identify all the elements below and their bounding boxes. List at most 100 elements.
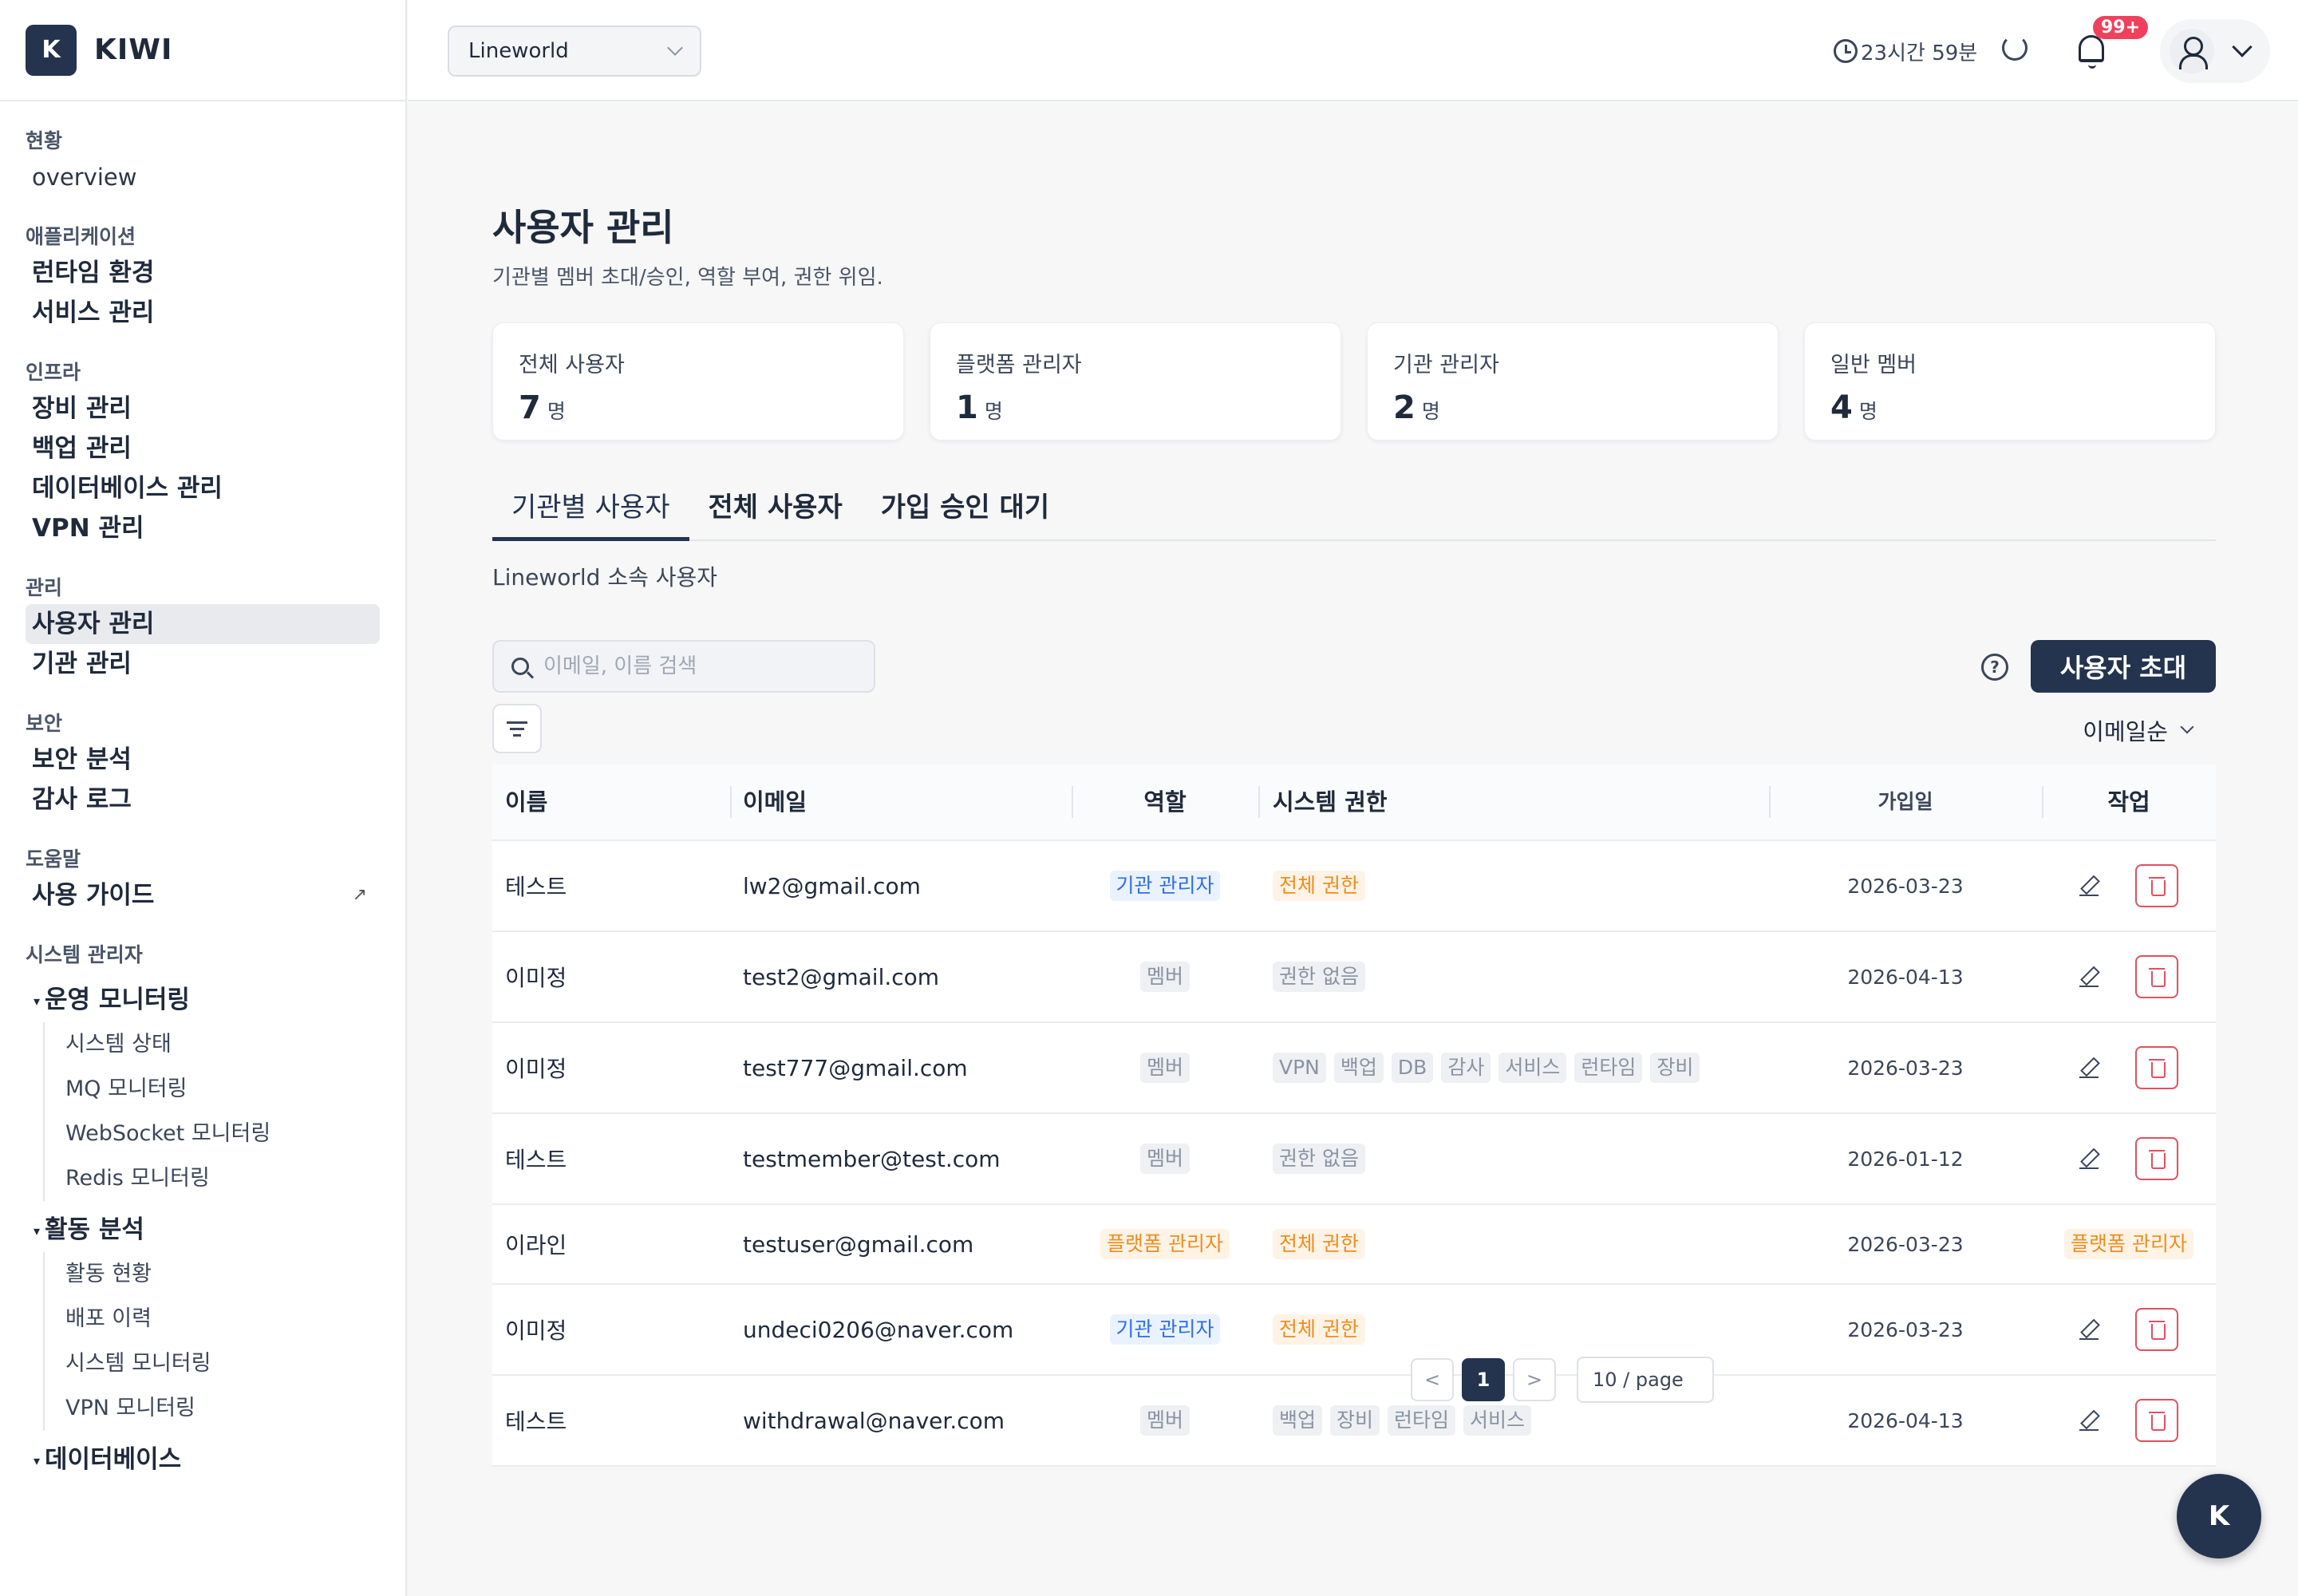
assistant-fab[interactable]: K: [2177, 1474, 2261, 1558]
sidebar-item[interactable]: 장비 관리: [26, 389, 380, 429]
edit-icon[interactable]: [2079, 1319, 2100, 1340]
sidebar-sub-item[interactable]: 시스템 상태: [65, 1022, 380, 1067]
org-select[interactable]: Lineworld: [448, 26, 701, 77]
delete-button[interactable]: [2135, 1046, 2178, 1089]
sidebar-sub-list: 활동 현황 배포 이력 시스템 모니터링 VPN 모니터링: [43, 1252, 380, 1431]
header-name[interactable]: 이름: [492, 764, 730, 840]
caret-down-icon: ▾: [34, 1452, 41, 1468]
sidebar-subgroup-toggle[interactable]: ▾ 데이터베이스: [26, 1437, 380, 1482]
role-cell: 멤버: [1072, 1053, 1258, 1083]
nav-group-title: 보안: [26, 712, 63, 735]
prev-page-button[interactable]: <: [1411, 1358, 1454, 1401]
sidebar-subgroup-toggle[interactable]: ▾ 운영 모니터링: [26, 978, 380, 1022]
sidebar-subgroup-label: 운영 모니터링: [45, 986, 190, 1014]
table-body: 테스트 lw2@gmail.com 기관 관리자 전체 권한 2026-03-23 이미정…: [492, 841, 2216, 1467]
refresh-icon[interactable]: [2002, 35, 2028, 61]
page-1-button[interactable]: 1: [1462, 1358, 1505, 1401]
chevron-down-icon: [667, 40, 683, 56]
filter-button[interactable]: [492, 704, 542, 753]
stat-unit: 명: [1421, 400, 1440, 423]
sidebar-item-label: 기관 관리: [32, 650, 132, 678]
sidebar-sub-item[interactable]: VPN 모니터링: [65, 1386, 380, 1431]
edit-icon[interactable]: [2079, 875, 2100, 896]
edit-icon[interactable]: [2079, 1057, 2100, 1078]
sidebar-sub-item[interactable]: MQ 모니터링: [65, 1067, 380, 1112]
nav-group-title: 도움말: [26, 847, 81, 871]
perm-cell: VPN 백업 DB 감사 서비스 런타임 장비: [1258, 1053, 1769, 1083]
tabs: 기관별 사용자 전체 사용자 가입 승인 대기: [492, 474, 2216, 541]
tab-2[interactable]: 전체 사용자: [689, 474, 862, 541]
filter-icon: [507, 721, 527, 724]
stats-row: 전체 사용자 7 명 플랫폼 관리자 1 명 기관 관리자 2 명 일반 멤버 4 명: [492, 322, 2216, 440]
delete-button[interactable]: [2135, 864, 2178, 907]
perm-badge: 백업: [1273, 1405, 1323, 1436]
sidebar-item[interactable]: VPN 관리: [26, 508, 380, 548]
header-role[interactable]: 역할: [1072, 764, 1258, 840]
sidebar-item-label: 백업 관리: [32, 434, 132, 463]
brand-logo: K: [26, 24, 77, 76]
sidebar-item[interactable]: 백업 관리: [26, 429, 380, 468]
delete-button[interactable]: [2135, 955, 2178, 998]
stat-label: 플랫폼 관리자: [956, 353, 1082, 377]
stat-value: 4명: [1830, 389, 2189, 426]
nav-group: 관리 사용자 관리 기관 관리: [26, 572, 380, 684]
role-badge: 기관 관리자: [1109, 1314, 1221, 1345]
role-cell: 멤버: [1072, 962, 1258, 992]
notification-button[interactable]: 99+: [2067, 16, 2149, 81]
sidebar-item[interactable]: 보안 분석: [26, 740, 380, 780]
stat-number: 4: [1830, 389, 1853, 426]
role-cell: 기관 관리자: [1072, 871, 1258, 901]
sidebar-sub-item[interactable]: 시스템 모니터링: [65, 1341, 380, 1386]
edit-icon[interactable]: [2079, 966, 2100, 987]
next-page-button[interactable]: >: [1513, 1358, 1556, 1401]
sidebar-item[interactable]: 데이터베이스 관리: [26, 468, 380, 508]
perm-badge: 감사: [1441, 1053, 1491, 1083]
sidebar-sub-item[interactable]: 배포 이력: [65, 1297, 380, 1341]
search-input[interactable]: [543, 654, 847, 678]
sidebar-item[interactable]: 사용자 관리: [26, 604, 380, 644]
perm-badge: 권한 없음: [1273, 962, 1365, 992]
sidebar-item[interactable]: 런타임 환경: [26, 253, 380, 293]
action-cell: 플랫폼 관리자: [2042, 1229, 2216, 1259]
sidebar-item[interactable]: 사용 가이드 ↗: [26, 875, 380, 915]
help-icon[interactable]: ?: [1981, 654, 2008, 681]
sort-select[interactable]: 이메일순: [2083, 713, 2194, 747]
edit-icon[interactable]: [2079, 1148, 2100, 1169]
chevron-down-icon: [2180, 720, 2194, 734]
tab-3[interactable]: 가입 승인 대기: [862, 474, 1068, 541]
header-email[interactable]: 이메일: [730, 764, 1072, 840]
sidebar-sub-item[interactable]: WebSocket 모니터링: [65, 1112, 380, 1156]
delete-button[interactable]: [2135, 1399, 2178, 1442]
user-email: test777@gmail.com: [743, 1054, 968, 1081]
page-size-select[interactable]: 10 / page: [1577, 1357, 1714, 1403]
stat-label: 기관 관리자: [1393, 353, 1499, 377]
action-cell: [2042, 1046, 2216, 1089]
sidebar-subgroup-toggle[interactable]: ▾ 활동 분석: [26, 1207, 380, 1252]
action-cell: [2042, 955, 2216, 998]
header-perm[interactable]: 시스템 권한: [1258, 764, 1769, 840]
nav-group-title: 시스템 관리자: [26, 943, 143, 966]
role-badge: 멤버: [1139, 1144, 1190, 1174]
sidebar-item[interactable]: 서비스 관리: [26, 293, 380, 333]
brand[interactable]: K KIWI: [0, 0, 405, 101]
sidebar-item-label: overview: [32, 164, 137, 191]
search-box[interactable]: [492, 640, 875, 693]
delete-button[interactable]: [2135, 1137, 2178, 1180]
main-content: 사용자 관리 기관별 멤버 초대/승인, 역할 부여, 권한 위임. 전체 사용…: [492, 101, 2216, 1467]
table-row: 테스트 testmember@test.com 멤버 권한 없음 2026-01-12: [492, 1114, 2216, 1205]
sidebar-item[interactable]: 감사 로그: [26, 780, 380, 820]
invite-user-button[interactable]: 사용자 초대: [2031, 640, 2216, 693]
sidebar-item-label: 서비스 관리: [32, 298, 155, 327]
edit-icon[interactable]: [2079, 1410, 2100, 1431]
sidebar-item[interactable]: overview: [26, 157, 380, 197]
header-date[interactable]: 가입일: [1769, 764, 2042, 840]
stat-card: 전체 사용자 7 명: [492, 322, 904, 440]
sidebar-item[interactable]: 기관 관리: [26, 644, 380, 684]
caret-down-icon: ▾: [34, 1223, 41, 1238]
tab-1[interactable]: 기관별 사용자: [492, 474, 689, 541]
sidebar-sub-item[interactable]: 활동 현황: [65, 1252, 380, 1297]
sidebar-sub-item[interactable]: Redis 모니터링: [65, 1156, 380, 1201]
delete-button[interactable]: [2135, 1308, 2178, 1351]
user-menu[interactable]: [2160, 19, 2270, 83]
user-email: testuser@gmail.com: [743, 1231, 974, 1258]
